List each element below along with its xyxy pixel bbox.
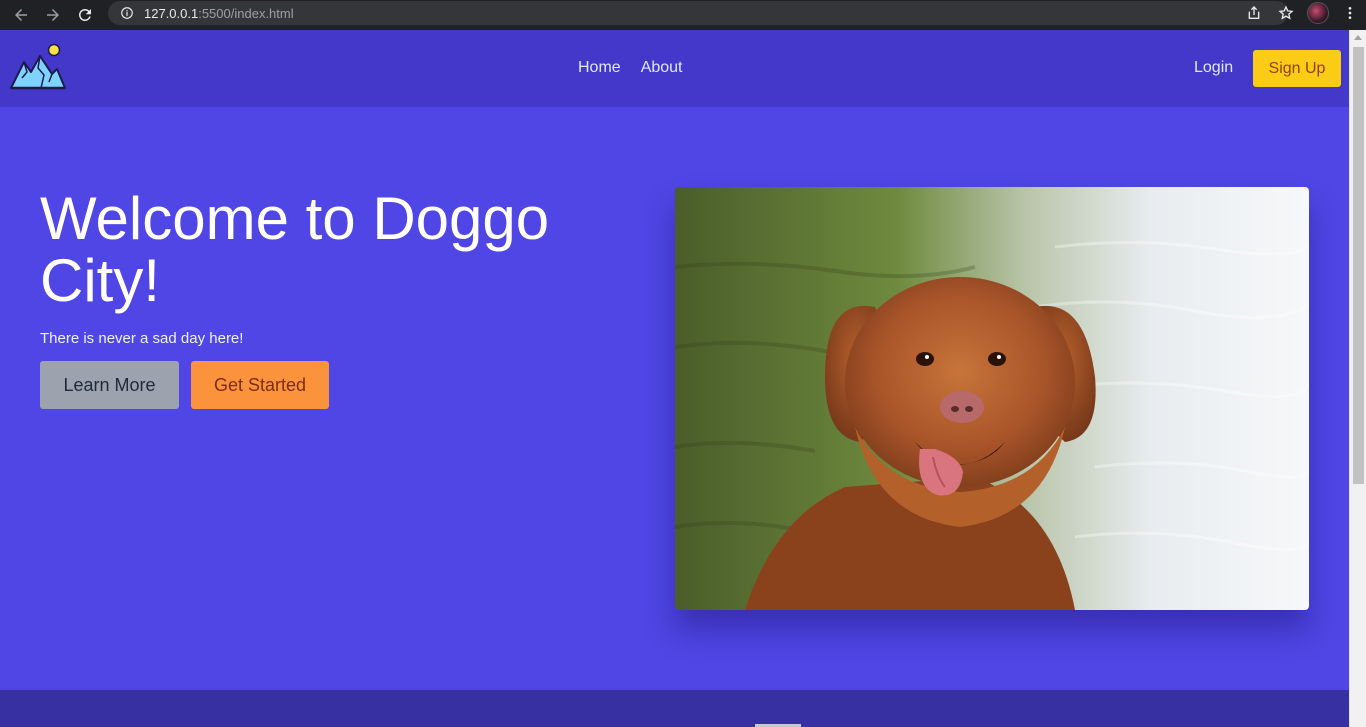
browser-toolbar: 127.0.0.1:5500/index.html [0, 0, 1366, 30]
page-viewport: Home About Login Sign Up Welcome to Dogg… [0, 30, 1349, 727]
dog-photo [675, 187, 1309, 610]
mountain-logo-icon[interactable] [8, 42, 68, 92]
get-started-button[interactable]: Get Started [191, 361, 329, 409]
dog-photo-illustration [675, 187, 1309, 610]
site-header: Home About Login Sign Up [0, 30, 1349, 107]
share-icon[interactable] [1238, 0, 1270, 26]
scroll-up-arrow-icon[interactable] [1354, 35, 1362, 40]
profile-avatar[interactable] [1302, 0, 1334, 26]
bookmark-star-icon[interactable] [1270, 0, 1302, 26]
login-link[interactable]: Login [1194, 59, 1233, 77]
back-arrow-icon[interactable] [10, 4, 32, 26]
hero-title: Welcome to Doggo City! [40, 185, 550, 314]
nav-about-link[interactable]: About [641, 59, 683, 77]
scrollbar-thumb[interactable] [1353, 47, 1364, 484]
learn-more-button[interactable]: Learn More [40, 361, 179, 409]
url-text: 127.0.0.1:5500/index.html [144, 5, 294, 21]
site-info-icon[interactable] [120, 6, 134, 20]
nav-home-link[interactable]: Home [578, 59, 621, 77]
footer-band [0, 690, 1349, 727]
page-scrollbar[interactable] [1349, 30, 1366, 727]
reload-icon[interactable] [74, 4, 96, 26]
address-bar[interactable]: 127.0.0.1:5500/index.html [108, 1, 1288, 25]
signup-button[interactable]: Sign Up [1253, 50, 1341, 87]
hero-subtitle: There is never a sad day here! [40, 330, 244, 347]
main-nav: Home About [578, 59, 683, 77]
menu-kebab-icon[interactable] [1334, 0, 1366, 26]
forward-arrow-icon[interactable] [42, 4, 64, 26]
